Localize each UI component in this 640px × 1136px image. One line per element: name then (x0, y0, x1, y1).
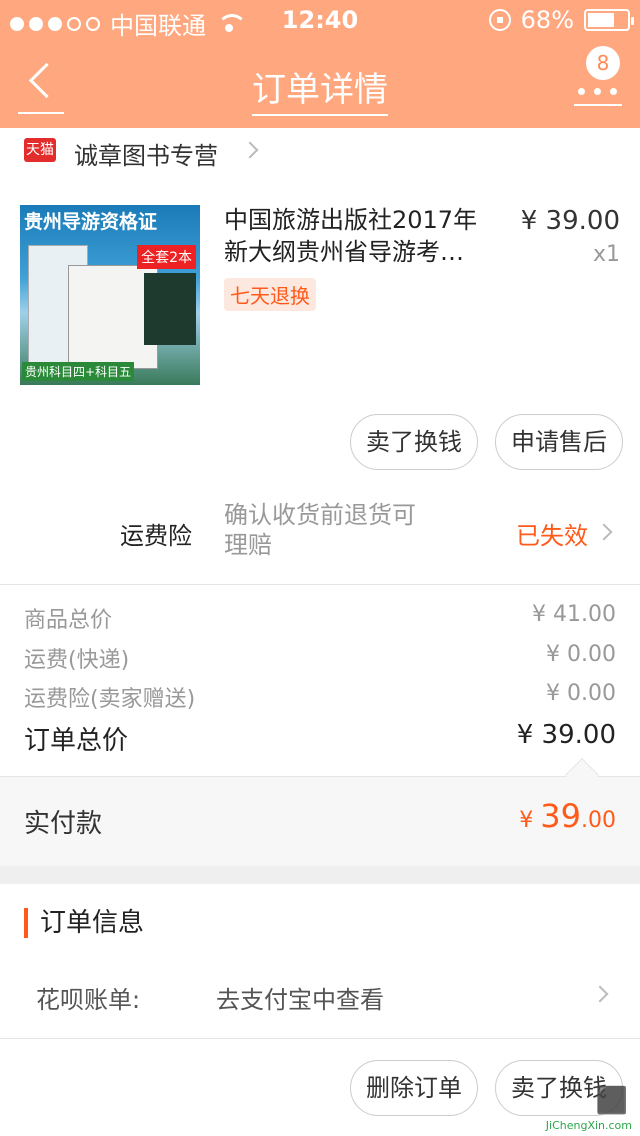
shipping-insurance-status[interactable]: 已失效 (516, 516, 588, 551)
product-thumbnail[interactable]: 贵州导游资格证 全套2本 贵州科目四+科目五 (20, 205, 200, 385)
order-total-label: 订单总价 (24, 726, 129, 756)
product-name[interactable]: 中国旅游出版社2017年 新大纲贵州省导游考… (224, 204, 504, 268)
paid-amount-panel: 实付款 ¥ 39.00 (0, 758, 640, 866)
order-total-row: 订单总价 ¥ 39.00 (24, 720, 616, 757)
huabei-link[interactable]: 去支付宝中查看 (216, 980, 384, 1015)
summary-row: 运费险(卖家赠送) ¥ 0.00 (24, 681, 616, 712)
more-dots-icon (578, 88, 585, 95)
chevron-right-icon (591, 985, 609, 1003)
section-gap (0, 866, 640, 884)
divider (0, 584, 640, 585)
cover-bottom-label: 贵州科目四+科目五 (22, 362, 135, 381)
return-policy-tag: 七天退换 (224, 278, 316, 311)
summary-row: 运费(快递) ¥ 0.00 (24, 642, 616, 673)
huabei-label: 花呗账单: (36, 986, 141, 1014)
rotation-lock-icon (488, 9, 511, 31)
page-title: 订单详情 (0, 62, 640, 116)
product-price: ¥ 39.00 (520, 206, 620, 236)
order-total-value: ¥ 39.00 (516, 720, 616, 750)
shop-name[interactable]: 诚章图书专营 (74, 136, 218, 171)
chevron-right-icon (241, 141, 259, 159)
after-sale-button[interactable]: 申请售后 (495, 414, 623, 470)
cover-set-label: 全套2本 (137, 245, 196, 269)
header: 中国联通 12:40 68% 订单详情 8 (0, 0, 640, 128)
watermark-logo: ⬛ (595, 1086, 628, 1116)
battery-percent: 68% (520, 6, 574, 34)
summary-row: 商品总价 ¥ 41.00 (24, 602, 616, 633)
shipping-insurance-description: 确认收货前退货可 理赔 (224, 501, 416, 559)
watermark-text: JiChengXin.com (545, 1119, 632, 1132)
product-quantity: x1 (592, 242, 620, 267)
caret-up-icon (565, 758, 599, 792)
sell-item-button[interactable]: 卖了换钱 (350, 414, 478, 470)
divider (0, 1038, 640, 1039)
chevron-right-icon (595, 523, 613, 541)
paid-amount: ¥ 39.00 (519, 797, 616, 835)
battery-icon (584, 9, 634, 31)
status-bar: 中国联通 12:40 68% (0, 0, 640, 40)
shipping-insurance-label: 运费险 (120, 522, 192, 550)
delete-order-button[interactable]: 删除订单 (350, 1060, 478, 1116)
shop-row[interactable]: 天猫 诚章图书专营 (0, 128, 640, 174)
message-count-badge: 8 (586, 46, 620, 80)
nav-bar: 订单详情 8 (0, 40, 640, 128)
order-info-title: 订单信息 (24, 908, 144, 938)
cover-title: 贵州导游资格证 (24, 211, 158, 233)
paid-label: 实付款 (24, 809, 103, 839)
tmall-badge: 天猫 (24, 138, 56, 162)
